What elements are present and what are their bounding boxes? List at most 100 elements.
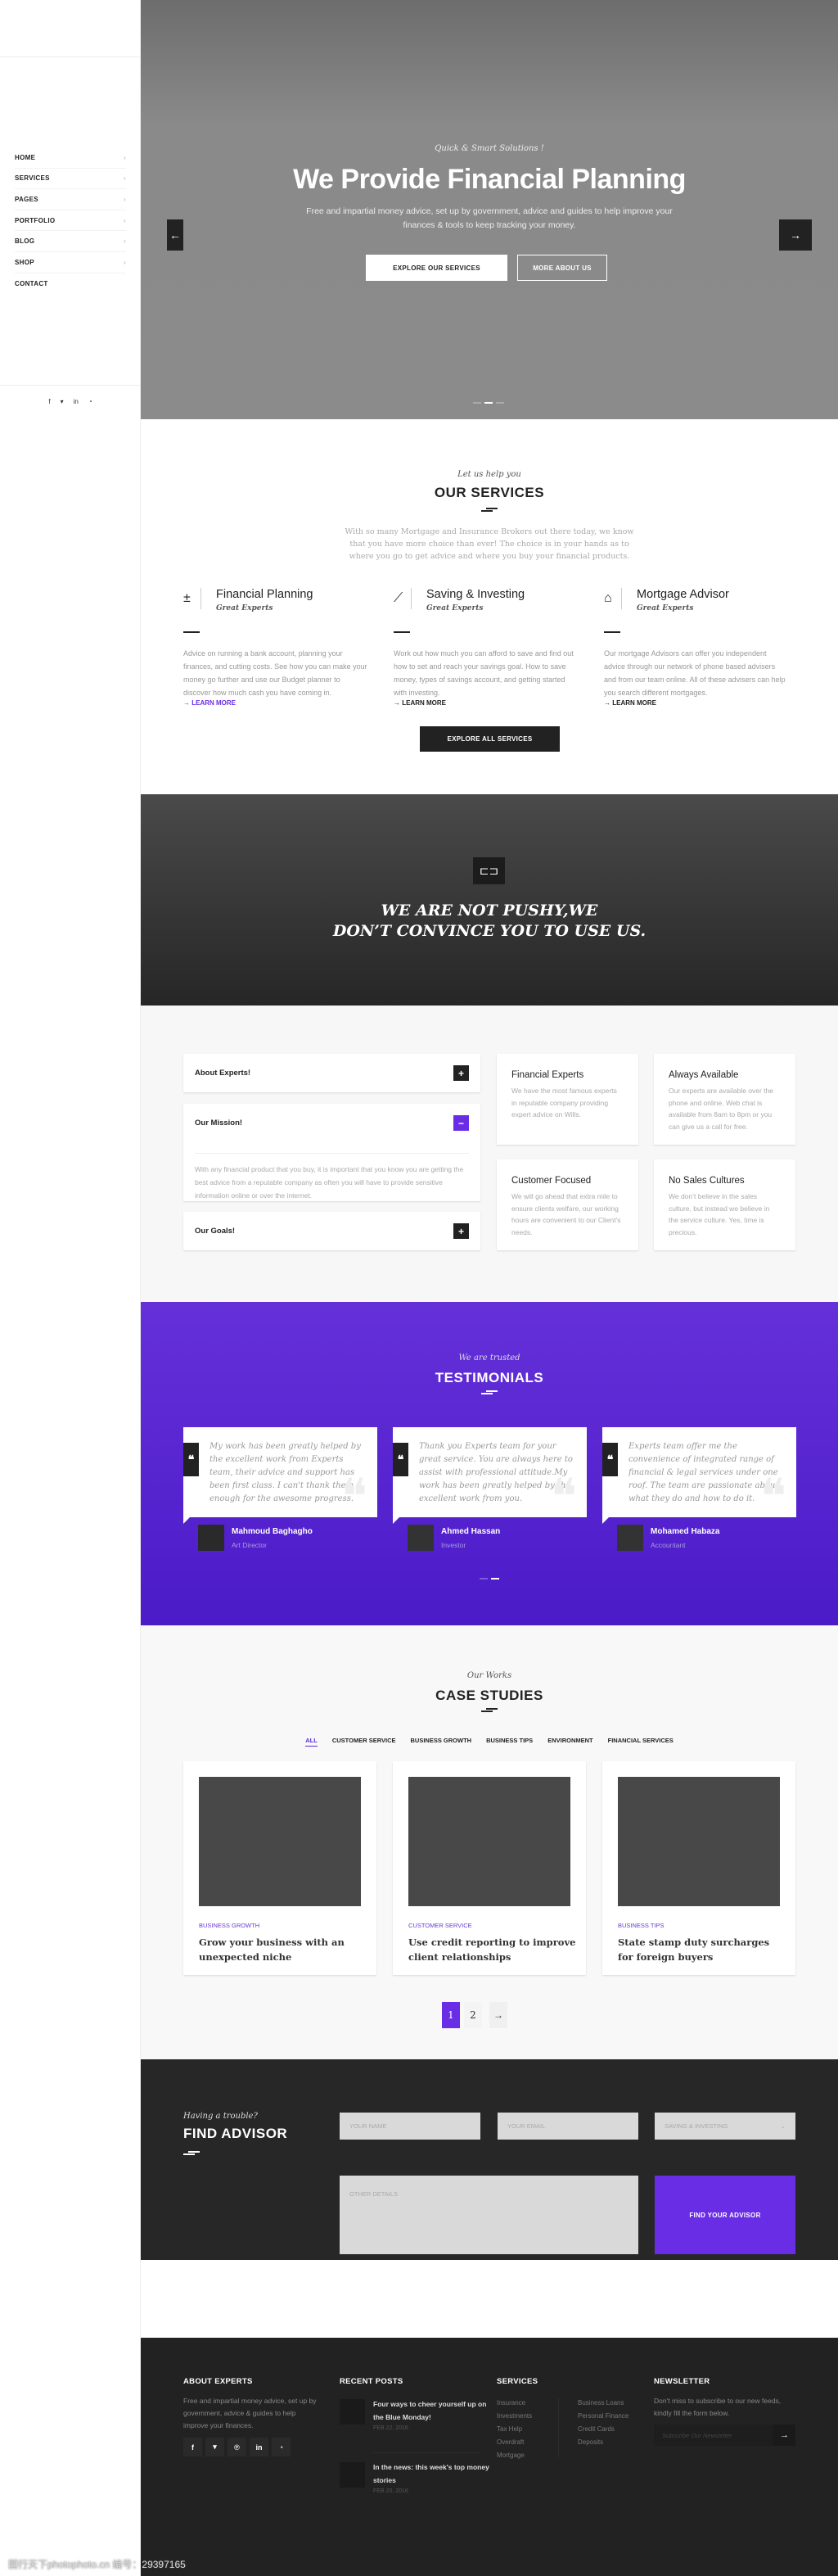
page-1-button[interactable]: 1 <box>442 2002 460 2028</box>
plus-icon[interactable]: + <box>453 1223 469 1239</box>
nav-item-portfolio[interactable]: PORTFOLIO › <box>15 210 126 232</box>
footer-link[interactable]: Deposits <box>578 2436 628 2449</box>
recent-post[interactable]: Four ways to cheer yourself up on the Bl… <box>340 2399 491 2452</box>
nav-item-services[interactable]: SERVICES › <box>15 169 126 190</box>
footer-link[interactable]: Mortgage <box>497 2449 532 2462</box>
learn-more-link[interactable]: → LEARN MORE <box>183 699 236 707</box>
details-textarea[interactable]: OTHER DETAILS <box>340 2176 638 2254</box>
quote-watermark-icon: ❝ <box>759 1468 786 1525</box>
filter-customer-service[interactable]: CUSTOMER SERVICE <box>332 1737 396 1747</box>
find-your-advisor-button[interactable]: FIND YOUR ADVISOR <box>655 2176 795 2254</box>
footer-link[interactable]: Overdraft <box>497 2436 532 2449</box>
footer-link[interactable]: Tax Help <box>497 2423 532 2436</box>
learn-more-link[interactable]: → LEARN MORE <box>394 699 446 707</box>
quote-banner: ⊏⊐ WE ARE NOT PUSHY,WE DON’T CONVINCE YOU… <box>141 794 838 1006</box>
advisor-subtitle: Having a trouble? <box>183 2112 258 2121</box>
footer: ABOUT EXPERTS Free and impartial money a… <box>141 2338 838 2576</box>
newsletter-input[interactable]: Subscribe Our Newsletter <box>654 2425 773 2446</box>
explore-all-services-button[interactable]: EXPLORE ALL SERVICES <box>420 726 560 752</box>
recent-post[interactable]: In the news: this week's top money stori… <box>340 2462 491 2515</box>
accordion-item-about[interactable]: About Experts! + <box>183 1054 480 1092</box>
footer-link[interactable]: Personal Finance <box>578 2410 628 2423</box>
more-about-us-button[interactable]: MORE ABOUT US <box>517 255 607 281</box>
footer-newsletter-title: NEWSLETTER <box>654 2377 710 2386</box>
case-study-card[interactable]: BUSINESS TIPS State stamp duty surcharges… <box>602 1761 795 1975</box>
footer-link[interactable]: Investments <box>497 2410 532 2423</box>
author-name: Ahmed Hassan <box>441 1527 501 1536</box>
filter-all[interactable]: ALL <box>305 1737 318 1747</box>
case-filters: ALL CUSTOMER SERVICE BUSINESS GROWTH BUS… <box>141 1737 838 1747</box>
case-category[interactable]: BUSINESS GROWTH <box>199 1922 259 1929</box>
email-input[interactable]: YOUR EMAIL <box>498 2113 638 2140</box>
slide-dot[interactable] <box>473 402 481 404</box>
slide-dot[interactable] <box>480 1578 488 1579</box>
case-category[interactable]: CUSTOMER SERVICE <box>408 1922 472 1929</box>
feature-title: Financial Experts <box>511 1070 584 1080</box>
filter-business-tips[interactable]: BUSINESS TIPS <box>486 1737 533 1747</box>
post-title[interactable]: Four ways to cheer yourself up on the Bl… <box>373 2397 491 2424</box>
facebook-icon[interactable]: f <box>48 398 50 405</box>
advisor-title: FIND ADVISOR <box>183 2126 288 2141</box>
case-title[interactable]: Use credit reporting to improve client r… <box>408 1935 576 1964</box>
banner-heading: WE ARE NOT PUSHY,WE DON’T CONVINCE YOU TO… <box>141 901 838 942</box>
watermark: 图行天下photophoto.cn 编号：29397165 <box>8 2559 186 2570</box>
slide-dot-active[interactable] <box>484 402 493 404</box>
feature-card: Customer Focused We will go ahead that ex… <box>497 1159 638 1250</box>
divider-icon <box>183 2151 200 2156</box>
nav-item-shop[interactable]: SHOP › <box>15 252 126 273</box>
twitter-icon[interactable]: ▾ <box>61 398 64 405</box>
linkedin-icon[interactable]: in <box>250 2438 268 2456</box>
case-study-card[interactable]: BUSINESS GROWTH Grow your business with a… <box>183 1761 376 1975</box>
case-study-card[interactable]: CUSTOMER SERVICE Use credit reporting to … <box>393 1761 586 1975</box>
twitter-icon[interactable]: ▾ <box>205 2438 224 2456</box>
next-slide-arrow-icon[interactable]: → <box>779 219 812 251</box>
footer-about-text: Free and impartial money advice, set up … <box>183 2397 317 2429</box>
nav-item-pages[interactable]: PAGES › <box>15 189 126 210</box>
case-title[interactable]: State stamp duty surcharges for foreign … <box>618 1935 786 1964</box>
service-select[interactable]: SAVING & INVESTING ⌄ <box>655 2113 795 2140</box>
author-role: Investor <box>441 1541 466 1549</box>
nav-item-blog[interactable]: BLOG › <box>15 231 126 252</box>
footer-link[interactable]: Credit Cards <box>578 2423 628 2436</box>
service-title: Financial Planning <box>216 588 313 601</box>
page-2-button[interactable]: 2 <box>464 2002 482 2028</box>
arrow-right-icon[interactable]: → <box>773 2425 795 2446</box>
explore-services-button[interactable]: EXPLORE OUR SERVICES <box>366 255 507 281</box>
rss-icon[interactable]: ◔ <box>272 2438 291 2456</box>
name-input[interactable]: YOUR NAME <box>340 2113 480 2140</box>
feature-title: Customer Focused <box>511 1176 592 1186</box>
linkedin-icon[interactable]: in <box>74 398 79 405</box>
footer-link[interactable]: Business Loans <box>578 2397 628 2410</box>
slide-dot-active[interactable] <box>491 1578 499 1579</box>
footer-link[interactable]: Insurance <box>497 2397 532 2410</box>
plus-icon[interactable]: + <box>453 1065 469 1081</box>
learn-more-link[interactable]: → LEARN MORE <box>604 699 656 707</box>
feature-title: No Sales Cultures <box>669 1176 745 1186</box>
footer-services-title: SERVICES <box>497 2377 538 2386</box>
post-thumbnail <box>340 2462 365 2488</box>
nav-item-home[interactable]: HOME › <box>15 147 126 169</box>
next-page-arrow-icon[interactable]: → <box>489 2002 507 2028</box>
pinterest-icon[interactable]: ℗ <box>228 2438 246 2456</box>
post-title[interactable]: In the news: this week's top money stori… <box>373 2461 491 2487</box>
nav-label: BLOG <box>15 237 35 246</box>
facebook-icon[interactable]: f <box>183 2438 202 2456</box>
service-title: Saving & Investing <box>426 588 525 601</box>
accordion-item-goals[interactable]: Our Goals! + <box>183 1212 480 1250</box>
filter-financial-services[interactable]: FINANCIAL SERVICES <box>608 1737 674 1747</box>
main-nav: HOME › SERVICES › PAGES › PORTFOLIO › BLOG › … <box>15 147 126 294</box>
case-category[interactable]: BUSINESS TIPS <box>618 1922 665 1929</box>
nav-item-contact[interactable]: CONTACT <box>15 273 126 295</box>
minus-icon[interactable]: − <box>453 1115 469 1131</box>
case-title[interactable]: Grow your business with an unexpected ni… <box>199 1935 367 1964</box>
case-image <box>408 1777 570 1906</box>
prev-slide-arrow-icon[interactable]: ← <box>167 219 183 251</box>
accordion-item-mission[interactable]: Our Mission! − With any financial produc… <box>183 1104 480 1201</box>
accordion-title: Our Mission! <box>195 1119 243 1128</box>
rss-icon[interactable]: ◔ <box>88 398 92 405</box>
slide-dot[interactable] <box>496 402 504 404</box>
filter-business-growth[interactable]: BUSINESS GROWTH <box>410 1737 471 1747</box>
post-thumbnail <box>340 2399 365 2425</box>
case-image <box>199 1777 361 1906</box>
filter-environment[interactable]: ENVIRONMENT <box>547 1737 592 1747</box>
